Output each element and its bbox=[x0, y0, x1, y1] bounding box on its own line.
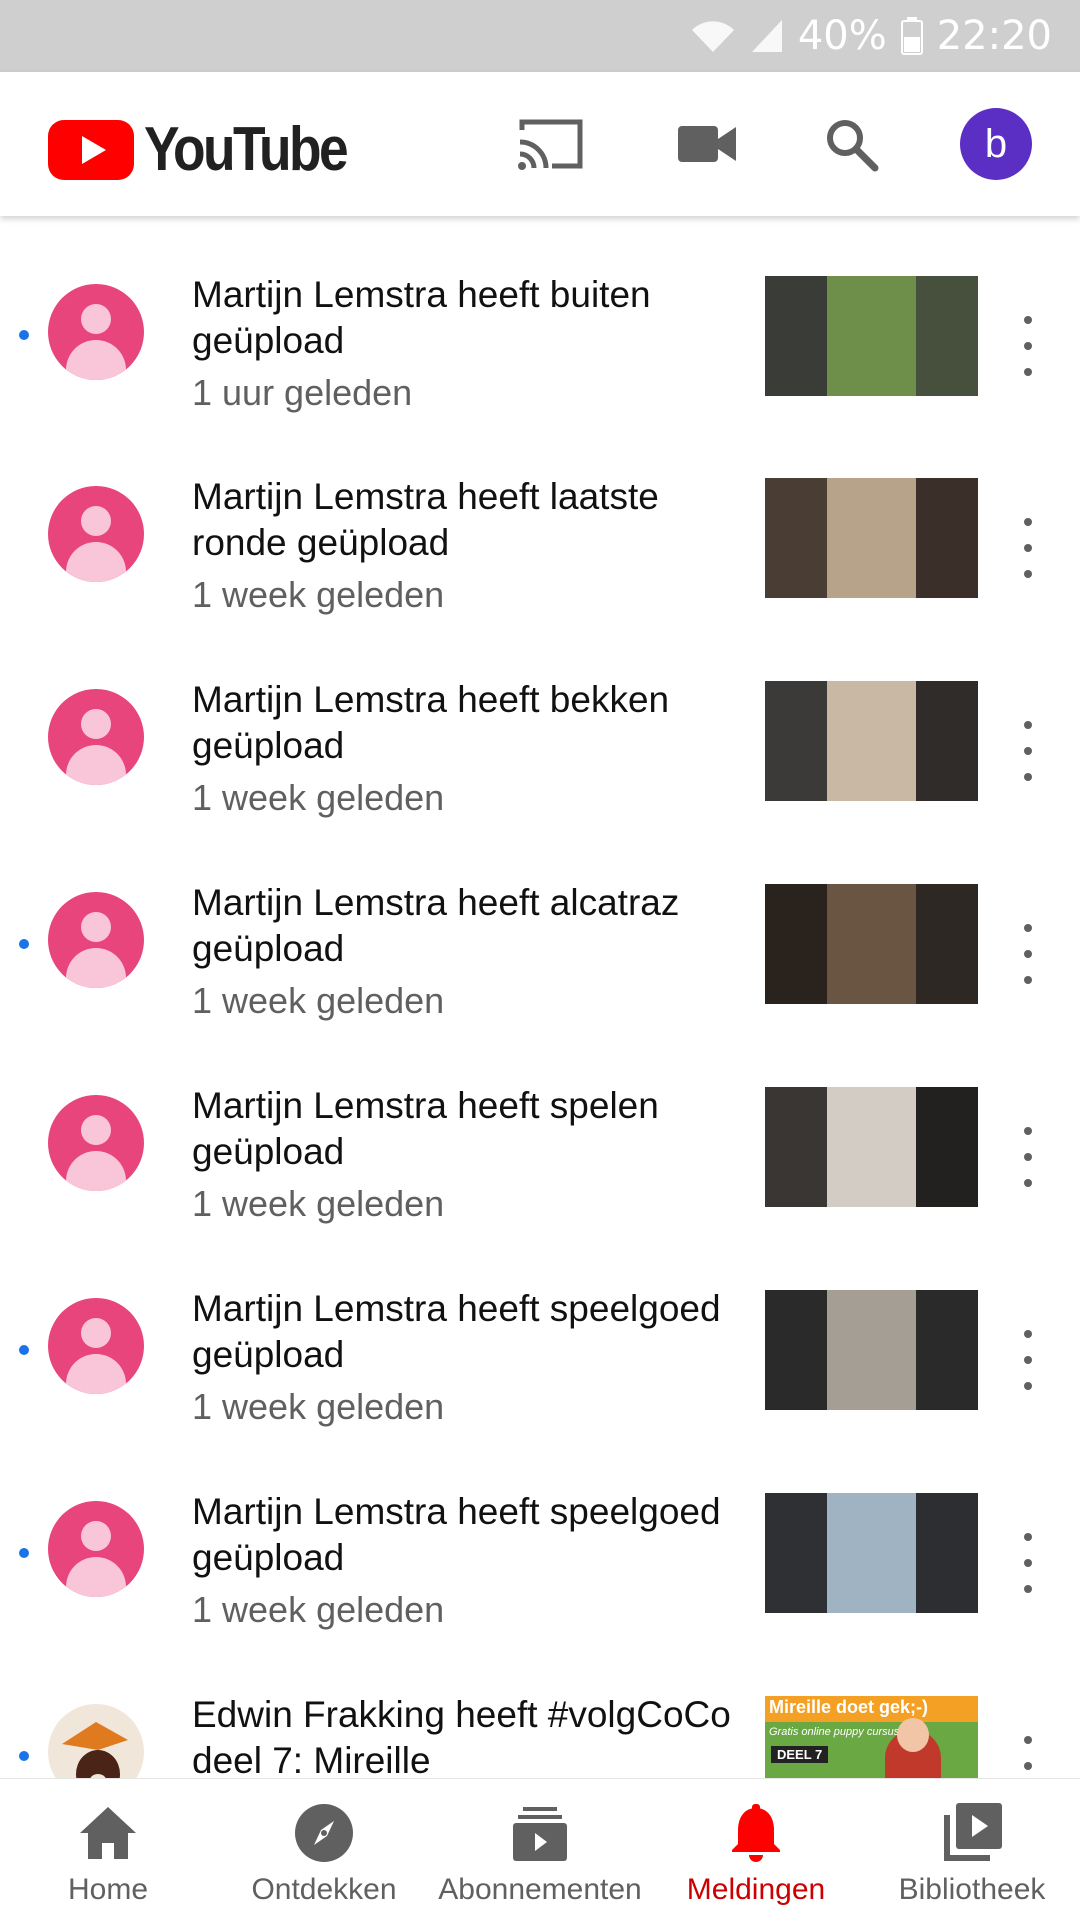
channel-avatar[interactable] bbox=[48, 486, 144, 582]
unread-dot bbox=[19, 1751, 29, 1761]
notification-list: Martijn Lemstra heeft buiten geüpload 1 … bbox=[0, 216, 1080, 1778]
youtube-wordmark: YouTube bbox=[144, 115, 349, 184]
unread-dot bbox=[19, 939, 29, 949]
channel-avatar[interactable] bbox=[48, 689, 144, 785]
notification-title: Martijn Lemstra heeft spelen geüpload bbox=[192, 1085, 659, 1172]
thumbnail-headline: Mireille doet gek;-) bbox=[769, 1697, 929, 1717]
video-thumbnail[interactable] bbox=[765, 1493, 978, 1613]
notification-time: 1 week geleden bbox=[192, 980, 445, 1021]
notification-item[interactable]: Martijn Lemstra heeft buiten geüpload 1 … bbox=[0, 216, 1080, 419]
more-options-button[interactable] bbox=[1012, 1736, 1044, 1778]
notification-time: 1 week geleden bbox=[192, 777, 445, 818]
unread-dot bbox=[19, 1345, 29, 1355]
notification-item[interactable]: Martijn Lemstra heeft spelen geüpload 1 … bbox=[0, 1028, 1080, 1231]
notification-title: Martijn Lemstra heeft laatste ronde geüp… bbox=[192, 476, 659, 563]
more-options-button[interactable] bbox=[1012, 316, 1044, 376]
account-avatar[interactable]: b bbox=[960, 108, 1032, 180]
unread-dot bbox=[19, 330, 29, 340]
nav-label: Ontdekken bbox=[251, 1873, 397, 1906]
nav-label: Abonnementen bbox=[438, 1873, 642, 1906]
more-options-button[interactable] bbox=[1012, 721, 1044, 781]
home-icon bbox=[80, 1807, 136, 1859]
notification-title: Martijn Lemstra heeft buiten geüpload bbox=[192, 274, 651, 361]
notification-item[interactable]: Martijn Lemstra heeft speelgoed geüpload… bbox=[0, 1231, 1080, 1434]
upload-video-button[interactable] bbox=[672, 112, 744, 176]
notification-title: Edwin Frakking heeft #volgCoCo deel 7: M… bbox=[192, 1694, 731, 1778]
notification-time: 1 week geleden bbox=[192, 1589, 445, 1630]
notification-time: 1 uur geleden bbox=[192, 372, 413, 413]
notification-time: 1 week geleden bbox=[192, 1386, 445, 1427]
video-thumbnail[interactable] bbox=[765, 681, 978, 801]
nav-home[interactable]: Home bbox=[0, 1779, 216, 1920]
battery-icon bbox=[900, 17, 923, 55]
video-thumbnail[interactable] bbox=[765, 478, 978, 598]
nav-label: Bibliotheek bbox=[898, 1873, 1046, 1906]
notification-time: 1 week geleden bbox=[192, 574, 445, 615]
search-icon bbox=[827, 120, 879, 172]
subscriptions-icon bbox=[513, 1807, 567, 1861]
wifi-icon bbox=[691, 21, 734, 52]
notification-item[interactable]: Martijn Lemstra heeft bekken geüpload 1 … bbox=[0, 622, 1080, 825]
battery-percent: 40% bbox=[797, 13, 887, 59]
top-app-bar: YouTube b bbox=[0, 72, 1080, 216]
nav-subscriptions[interactable]: Abonnementen bbox=[432, 1779, 648, 1920]
channel-avatar[interactable] bbox=[48, 1298, 144, 1394]
status-bar: 40% 22:20 bbox=[0, 0, 1080, 72]
channel-avatar[interactable] bbox=[48, 892, 144, 988]
video-thumbnail[interactable] bbox=[765, 276, 978, 396]
youtube-logo[interactable]: YouTube bbox=[48, 114, 379, 185]
more-options-button[interactable] bbox=[1012, 1127, 1044, 1187]
nav-label: Home bbox=[67, 1873, 149, 1906]
more-options-button[interactable] bbox=[1012, 1330, 1044, 1390]
dog-avatar-icon bbox=[62, 1722, 128, 1778]
cast-button[interactable] bbox=[515, 112, 587, 176]
youtube-play-icon bbox=[48, 119, 134, 180]
channel-avatar[interactable] bbox=[48, 284, 144, 380]
video-thumbnail[interactable] bbox=[765, 884, 978, 1004]
search-button[interactable] bbox=[815, 112, 887, 176]
video-camera-icon bbox=[678, 126, 736, 162]
cast-icon bbox=[518, 119, 583, 170]
video-thumbnail[interactable]: Mireille doet gek;-) Gratis online puppy… bbox=[765, 1696, 978, 1778]
signal-icon bbox=[751, 20, 782, 52]
video-thumbnail[interactable] bbox=[765, 1087, 978, 1207]
channel-avatar[interactable] bbox=[48, 1704, 144, 1778]
bottom-navigation: Home Ontdekken Abonnementen Meldingen Bi… bbox=[0, 1778, 1080, 1920]
notification-title: Martijn Lemstra heeft alcatraz geüpload bbox=[192, 882, 680, 969]
thumbnail-subtitle: Gratis online puppy cursus bbox=[769, 1726, 900, 1738]
nav-label: Meldingen bbox=[686, 1873, 826, 1906]
thumbnail-tag: DEEL 7 bbox=[771, 1746, 829, 1763]
notification-time: 1 week geleden bbox=[192, 1183, 445, 1224]
compass-icon bbox=[295, 1804, 353, 1862]
bell-icon bbox=[732, 1804, 780, 1862]
clock: 22:20 bbox=[936, 13, 1052, 59]
video-thumbnail[interactable] bbox=[765, 1290, 978, 1410]
more-options-button[interactable] bbox=[1012, 924, 1044, 984]
nav-library[interactable]: Bibliotheek bbox=[864, 1779, 1080, 1920]
notification-title: Martijn Lemstra heeft bekken geüpload bbox=[192, 679, 670, 766]
nav-notifications[interactable]: Meldingen bbox=[648, 1779, 864, 1920]
more-options-button[interactable] bbox=[1012, 1533, 1044, 1593]
notification-item[interactable]: Edwin Frakking heeft #volgCoCo deel 7: M… bbox=[0, 1637, 1080, 1778]
channel-avatar[interactable] bbox=[48, 1095, 144, 1191]
notification-item[interactable]: Martijn Lemstra heeft alcatraz geüpload … bbox=[0, 825, 1080, 1028]
notification-title: Martijn Lemstra heeft speelgoed geüpload bbox=[192, 1491, 721, 1578]
library-icon bbox=[944, 1803, 1002, 1861]
unread-dot bbox=[19, 1548, 29, 1558]
nav-explore[interactable]: Ontdekken bbox=[216, 1779, 432, 1920]
notification-item[interactable]: Martijn Lemstra heeft speelgoed geüpload… bbox=[0, 1434, 1080, 1637]
more-options-button[interactable] bbox=[1012, 518, 1044, 578]
notification-item[interactable]: Martijn Lemstra heeft laatste ronde geüp… bbox=[0, 419, 1080, 622]
notification-title: Martijn Lemstra heeft speelgoed geüpload bbox=[192, 1288, 721, 1375]
channel-avatar[interactable] bbox=[48, 1501, 144, 1597]
